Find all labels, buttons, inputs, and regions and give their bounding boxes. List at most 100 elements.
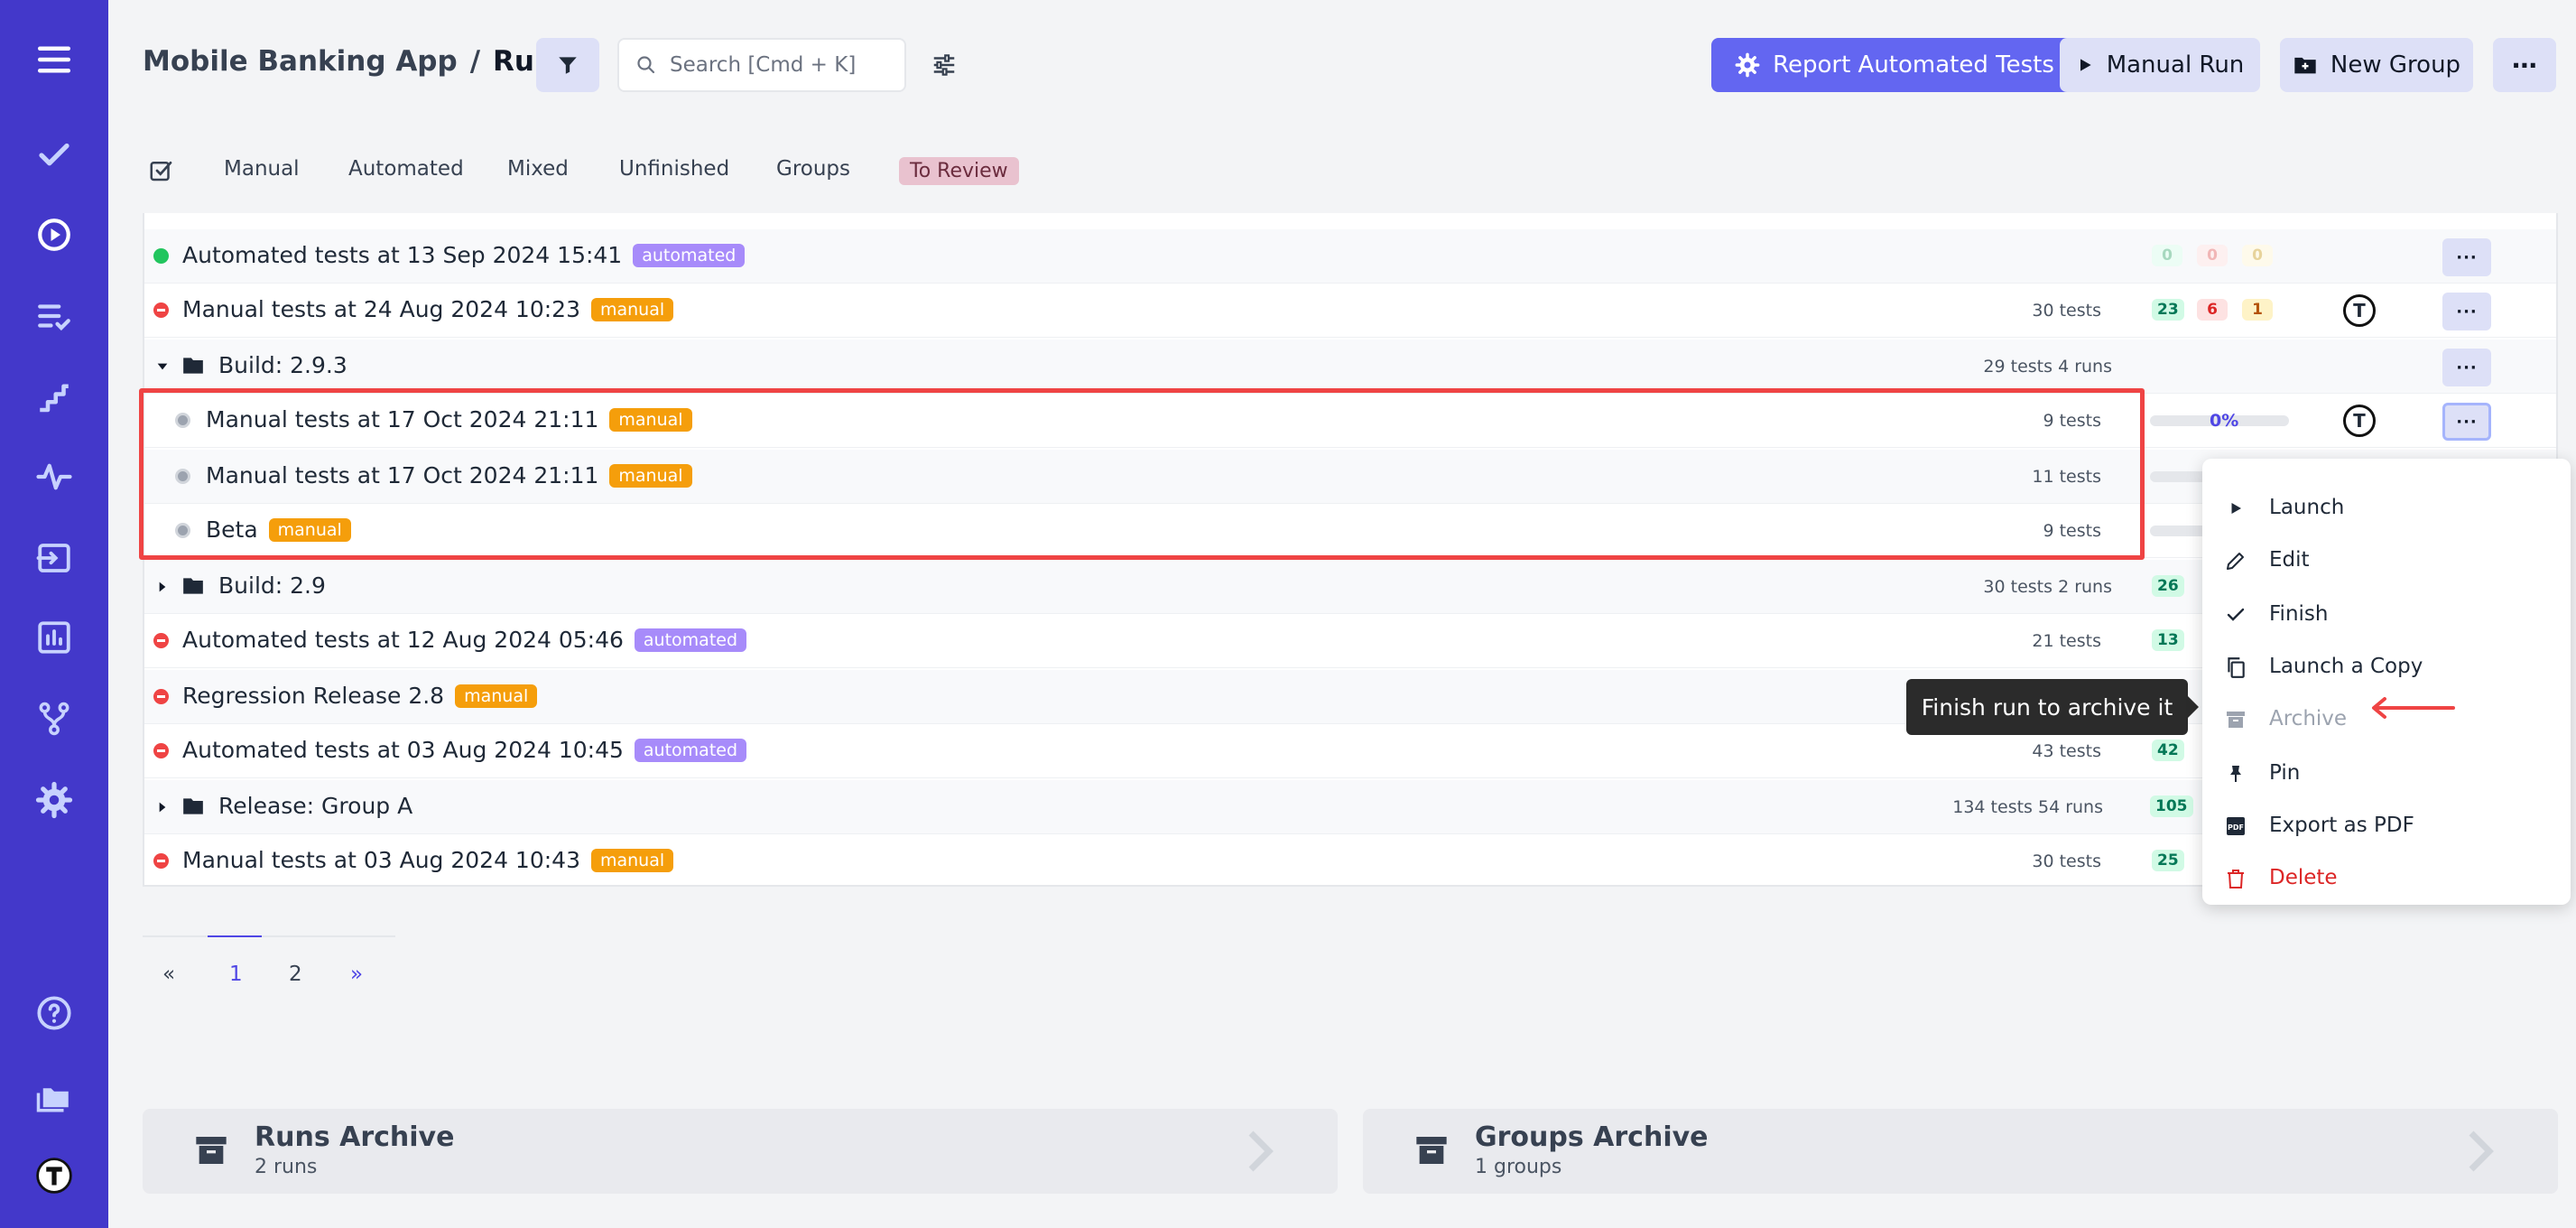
table-row[interactable]: Manual tests at 03 Aug 2024 10:43 manual … xyxy=(144,834,2556,885)
report-automated-tests-button[interactable]: Report Automated Tests xyxy=(1711,38,2078,92)
select-all-checkbox-icon[interactable] xyxy=(148,157,175,188)
svg-text:PDF: PDF xyxy=(2228,823,2244,832)
run-title[interactable]: Manual tests at 24 Aug 2024 10:23 manual xyxy=(182,296,674,322)
import-icon[interactable] xyxy=(27,531,81,585)
manual-run-button[interactable]: Manual Run xyxy=(2060,38,2260,92)
tab-groups[interactable]: Groups xyxy=(776,157,850,181)
table-row[interactable]: Manual tests at 24 Aug 2024 10:23 manual … xyxy=(144,284,2556,338)
tab-mixed[interactable]: Mixed xyxy=(507,157,569,181)
run-title[interactable]: Manual tests at 03 Aug 2024 10:43 manual xyxy=(182,847,674,873)
table-row[interactable]: Automated tests at 03 Aug 2024 10:45 auto… xyxy=(144,724,2556,778)
tab-to-review[interactable]: To Review xyxy=(899,157,1019,185)
failed-count: 6 xyxy=(2197,299,2228,321)
breadcrumb: Mobile Banking App / Runs xyxy=(143,45,571,78)
new-group-button[interactable]: New Group xyxy=(2280,38,2473,92)
run-title[interactable]: Automated tests at 12 Aug 2024 05:46 auto… xyxy=(182,627,747,653)
breadcrumb-separator: / xyxy=(469,45,481,78)
automated-tag: automated xyxy=(634,739,747,762)
runs-archive-card[interactable]: Runs Archive 2 runs xyxy=(143,1109,1338,1194)
skipped-count: 0 xyxy=(2242,245,2273,266)
run-title[interactable]: Automated tests at 03 Aug 2024 10:45 auto… xyxy=(182,737,747,763)
sliders-icon[interactable] xyxy=(926,47,962,83)
group-title[interactable]: Build: 2.9 xyxy=(218,572,326,599)
group-row[interactable]: Release: Group A 134 tests 54 runs 105 xyxy=(144,780,2556,834)
folders-icon[interactable] xyxy=(27,1069,81,1123)
prev-page-button[interactable]: « xyxy=(162,963,175,986)
run-title[interactable]: Regression Release 2.8 manual xyxy=(182,683,538,709)
page-2-button[interactable]: 2 xyxy=(289,963,302,986)
runs-archive-count: 2 runs xyxy=(255,1156,318,1178)
menu-item-export-pdf[interactable]: PDF Export as PDF xyxy=(2202,800,2571,851)
menu-item-delete[interactable]: Delete xyxy=(2202,852,2571,903)
caret-right-icon[interactable] xyxy=(155,580,170,594)
next-page-button[interactable]: » xyxy=(350,963,363,986)
report-label: Report Automated Tests xyxy=(1773,51,2054,79)
assignee-avatar: T xyxy=(2343,294,2376,327)
folder-icon xyxy=(183,358,203,374)
folder-plus-icon xyxy=(2294,57,2316,74)
more-options-button[interactable]: ⋯ xyxy=(2493,38,2556,92)
row-actions-button[interactable]: ··· xyxy=(2442,403,2491,441)
menu-item-pin[interactable]: Pin xyxy=(2202,748,2571,798)
table-row[interactable]: Automated tests at 12 Aug 2024 05:46 auto… xyxy=(144,614,2556,668)
test-count: 9 tests xyxy=(2043,411,2101,431)
failed-status-icon xyxy=(153,743,169,758)
row-actions-button[interactable]: ··· xyxy=(2442,293,2491,330)
run-title[interactable]: Automated tests at 13 Sep 2024 15:41 auto… xyxy=(182,242,746,268)
tab-unfinished[interactable]: Unfinished xyxy=(619,157,729,181)
search-input[interactable]: Search [Cmd + K] xyxy=(617,38,906,92)
row-actions-button[interactable]: ··· xyxy=(2442,238,2491,276)
table-row[interactable]: Manual tests at 17 Oct 2024 21:11 manual … xyxy=(144,450,2556,504)
breadcrumb-project[interactable]: Mobile Banking App xyxy=(143,45,458,78)
caret-right-icon[interactable] xyxy=(155,800,170,814)
group-row[interactable]: Build: 2.9.3 29 tests 4 runs ··· xyxy=(144,340,2556,394)
caret-down-icon[interactable] xyxy=(155,359,170,374)
tab-bar: Manual Automated Mixed Unfinished Groups… xyxy=(108,144,2576,199)
play-icon xyxy=(2080,59,2091,71)
menu-item-label: Export as PDF xyxy=(2269,814,2414,837)
run-title[interactable]: Manual tests at 17 Oct 2024 21:11 manual xyxy=(206,462,692,488)
tab-manual[interactable]: Manual xyxy=(224,157,300,181)
table-row[interactable]: Beta manual 9 tests xyxy=(144,504,2556,558)
menu-item-launch[interactable]: Launch xyxy=(2202,482,2571,533)
table-row[interactable]: Manual tests at 17 Oct 2024 21:11 manual … xyxy=(144,394,2556,448)
menu-item-label: Pin xyxy=(2269,761,2301,785)
folder-icon xyxy=(183,578,203,594)
bar-chart-icon[interactable] xyxy=(27,610,81,665)
page-1-button[interactable]: 1 xyxy=(229,963,243,986)
menu-item-launch-copy[interactable]: Launch a Copy xyxy=(2202,641,2571,692)
manual-run-label: Manual Run xyxy=(2106,51,2245,79)
play-icon xyxy=(2222,495,2249,522)
tab-automated[interactable]: Automated xyxy=(348,157,464,181)
groups-archive-card[interactable]: Groups Archive 1 groups xyxy=(1363,1109,2558,1194)
assignee-avatar: T xyxy=(2343,405,2376,437)
help-icon[interactable] xyxy=(27,986,81,1040)
group-row[interactable]: Build: 2.9 30 tests 2 runs 26 xyxy=(144,560,2556,614)
check-icon[interactable] xyxy=(27,128,81,182)
group-title[interactable]: Build: 2.9.3 xyxy=(218,352,347,378)
run-title[interactable]: Manual tests at 17 Oct 2024 21:11 manual xyxy=(206,406,692,433)
play-circle-icon[interactable] xyxy=(27,208,81,262)
row-actions-button[interactable]: ··· xyxy=(2442,349,2491,386)
group-title[interactable]: Release: Group A xyxy=(218,793,412,819)
list-check-icon[interactable] xyxy=(27,289,81,343)
menu-item-finish[interactable]: Finish xyxy=(2202,589,2571,639)
user-avatar[interactable] xyxy=(27,1149,81,1203)
table-row[interactable]: Automated tests at 13 Sep 2024 15:41 auto… xyxy=(144,229,2556,284)
run-title[interactable]: Beta manual xyxy=(206,516,351,543)
menu-icon[interactable] xyxy=(27,33,81,87)
chevron-right-icon xyxy=(2469,1130,2494,1172)
steps-icon[interactable] xyxy=(27,370,81,424)
manual-tag: manual xyxy=(268,518,351,542)
pulse-icon[interactable] xyxy=(27,450,81,504)
menu-item-edit[interactable]: Edit xyxy=(2202,535,2571,585)
failed-status-icon xyxy=(153,302,169,318)
branch-icon[interactable] xyxy=(27,692,81,746)
archive-box-icon xyxy=(1416,1137,1447,1164)
gear-icon[interactable] xyxy=(27,773,81,827)
menu-item-label: Launch xyxy=(2269,496,2345,519)
sidebar xyxy=(0,0,108,1228)
filter-button[interactable] xyxy=(536,38,599,92)
progress-label: 0% xyxy=(2210,411,2239,431)
group-count: 29 tests 4 runs xyxy=(1983,357,2112,377)
